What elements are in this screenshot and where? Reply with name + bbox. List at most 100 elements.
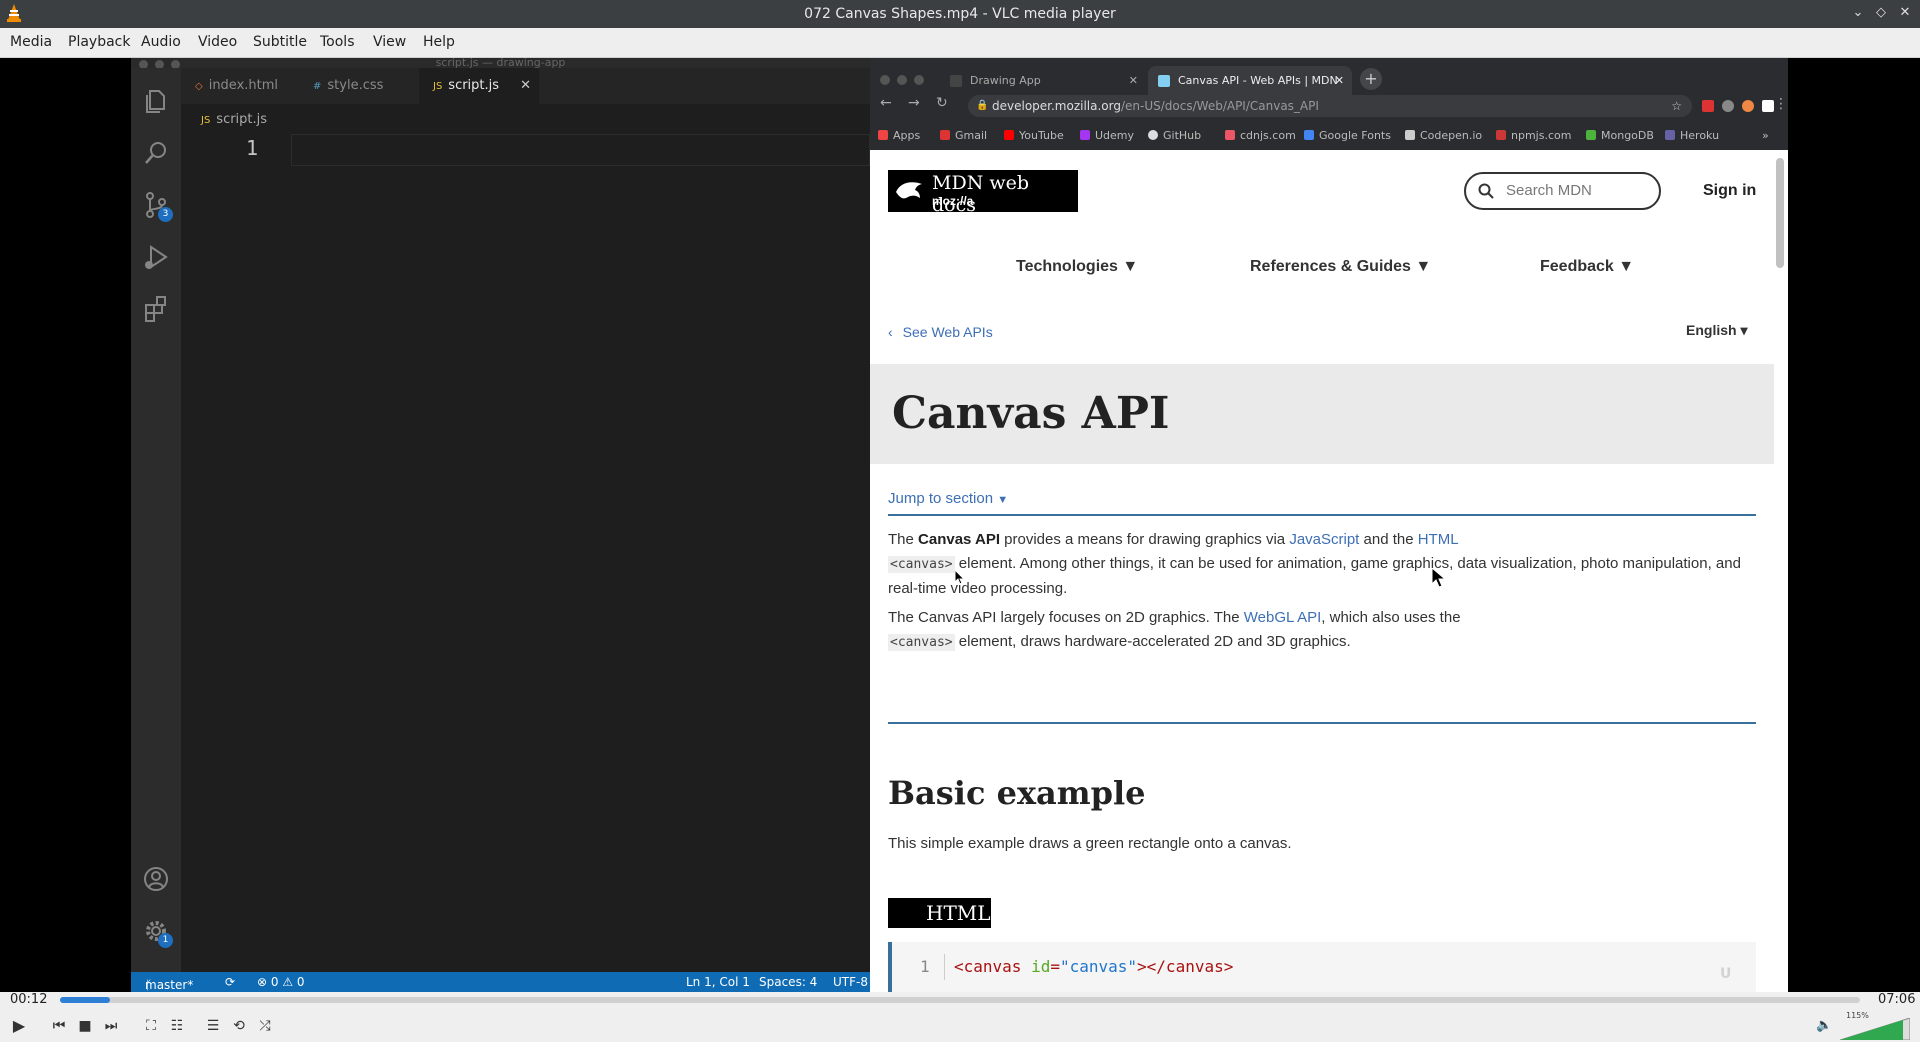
source-control-icon[interactable]: 3 <box>141 190 173 222</box>
menu-tools[interactable]: Tools <box>320 34 355 50</box>
fullscreen-icon[interactable]: ⛶ <box>140 1015 162 1037</box>
bookmark-apps[interactable]: Apps <box>878 129 920 142</box>
bookmark-youtube[interactable]: YouTube <box>1004 129 1064 142</box>
nav-references-guides[interactable]: References & Guides ▼ <box>1250 258 1431 276</box>
extension-icon[interactable] <box>1722 100 1734 112</box>
maximize-icon[interactable]: ◇ <box>1873 5 1889 21</box>
playlist-icon[interactable]: ☰ <box>202 1015 224 1037</box>
encoding[interactable]: UTF-8 <box>833 975 868 989</box>
mdn-logo[interactable]: MDN web docs moz://a <box>888 170 1078 216</box>
see-web-apis-link[interactable]: ‹ See Web APIs <box>888 324 993 340</box>
tab-drawing-app[interactable]: Drawing App ✕ <box>940 66 1146 96</box>
editor-current-line[interactable] <box>291 134 870 166</box>
indentation[interactable]: Spaces: 4 <box>759 975 817 989</box>
video-area[interactable]: script.js — drawing-app 3 1 ◇ index.html … <box>0 58 1920 992</box>
tab-index-html[interactable]: ◇ index.html <box>181 68 299 104</box>
tab-script-js[interactable]: JS script.js ✕ <box>419 68 539 104</box>
address-bar[interactable]: 🔒 developer.mozilla.org/en-US/docs/Web/AP… <box>968 95 1692 117</box>
language-select[interactable]: English ▾ <box>1686 322 1747 339</box>
volume-slider[interactable] <box>1840 1018 1910 1040</box>
extensions-icon[interactable] <box>141 294 171 324</box>
close-tab-icon[interactable]: ✕ <box>1335 66 1344 96</box>
manage-gear-icon[interactable]: 1 <box>141 916 173 948</box>
close-tab-icon[interactable]: ✕ <box>1129 66 1138 96</box>
bookmark-udemy[interactable]: Udemy <box>1080 129 1134 142</box>
code-gutter-divider <box>944 954 945 980</box>
nav-feedback[interactable]: Feedback ▼ <box>1540 258 1634 276</box>
loop-icon[interactable]: ⟲ <box>228 1015 250 1037</box>
breadcrumb[interactable]: JS script.js <box>201 112 267 127</box>
bookmark-star-icon[interactable]: ☆ <box>1671 95 1682 117</box>
jump-to-section[interactable]: Jump to section ▼ <box>888 490 1008 507</box>
problems-indicator[interactable]: ⊗ 0 ⚠ 0 <box>257 975 305 989</box>
seek-bar: 00:12 07:06 <box>0 992 1920 1008</box>
js-file-icon: JS <box>201 115 211 126</box>
menu-view[interactable]: View <box>373 34 406 50</box>
extension-icon[interactable] <box>1762 100 1774 112</box>
menu-video[interactable]: Video <box>198 34 237 50</box>
reload-icon[interactable]: ↻ <box>936 95 948 111</box>
progress-track[interactable] <box>60 997 1860 1003</box>
webgl-paragraph: The Canvas API largely focuses on 2D gra… <box>888 609 1461 651</box>
html-label: HTML <box>888 898 991 928</box>
caret-down-icon: ▼ <box>997 494 1009 506</box>
javascript-link[interactable]: JavaScript <box>1289 531 1359 548</box>
canvas-code[interactable]: <canvas> <box>888 556 955 573</box>
canvas-code[interactable]: <canvas> <box>888 634 955 651</box>
youtube-icon <box>1004 130 1014 140</box>
sign-in-link[interactable]: Sign in <box>1703 182 1756 200</box>
url-path: /en-US/docs/Web/API/Canvas_API <box>1121 99 1319 113</box>
account-icon[interactable] <box>141 864 171 894</box>
url-host: developer.mozilla.org <box>992 99 1121 113</box>
bookmark-mongodb[interactable]: MongoDB <box>1586 129 1654 142</box>
html-file-icon: ◇ <box>195 81 203 92</box>
close-icon[interactable]: ✕ <box>1897 5 1913 21</box>
bookmark-google-fonts[interactable]: Google Fonts <box>1304 129 1391 142</box>
scm-badge: 3 <box>158 207 173 222</box>
play-icon[interactable]: ▶ <box>8 1015 30 1037</box>
menu-bar: Media Playback Audio Video Subtitle Tool… <box>0 28 1920 58</box>
page-scrollbar[interactable] <box>1776 158 1784 268</box>
search-icon[interactable] <box>141 138 171 168</box>
bookmark-gmail[interactable]: Gmail <box>940 129 987 142</box>
forward-icon[interactable]: → <box>908 95 920 111</box>
speaker-icon[interactable]: 🔈 <box>1816 1018 1832 1033</box>
bookmark-github[interactable]: GitHub <box>1148 129 1201 142</box>
extension-icon[interactable] <box>1702 100 1714 112</box>
menu-playback[interactable]: Playback <box>68 34 130 50</box>
new-tab-icon[interactable]: + <box>1360 68 1382 90</box>
previous-icon[interactable]: ⏮ <box>48 1015 70 1037</box>
back-icon[interactable]: ← <box>880 95 892 111</box>
search-input[interactable]: Search MDN <box>1464 172 1661 210</box>
activity-bar: 3 1 <box>131 68 181 972</box>
menu-subtitle[interactable]: Subtitle <box>253 34 307 50</box>
html-link[interactable]: HTML <box>1418 531 1459 548</box>
tab-canvas-api[interactable]: Canvas API - Web APIs | MDN ✕ <box>1148 66 1352 96</box>
tab-style-css[interactable]: # style.css <box>299 68 419 104</box>
sync-icon[interactable]: ⟳ <box>225 975 235 989</box>
menu-media[interactable]: Media <box>10 34 52 50</box>
menu-audio[interactable]: Audio <box>141 34 181 50</box>
bookmark-cdnjs[interactable]: cdnjs.com <box>1225 129 1296 142</box>
next-icon[interactable]: ⏭ <box>100 1015 122 1037</box>
more-bookmarks-icon[interactable]: » <box>1762 129 1769 142</box>
nav-technologies[interactable]: Technologies ▼ <box>1016 258 1138 276</box>
run-debug-icon[interactable] <box>141 242 171 272</box>
close-tab-icon[interactable]: ✕ <box>520 68 531 104</box>
explorer-icon[interactable] <box>141 86 171 116</box>
branch-label: master* <box>145 978 194 992</box>
bookmark-npm[interactable]: npmjs.com <box>1496 129 1571 142</box>
browser-chrome: Drawing App ✕ Canvas API - Web APIs | MDN… <box>870 58 1788 150</box>
browser-menu-icon[interactable]: ⋮ <box>1774 96 1788 112</box>
webgl-api-link[interactable]: WebGL API <box>1244 609 1322 626</box>
bookmark-heroku[interactable]: Heroku <box>1665 129 1719 142</box>
bookmark-codepen[interactable]: Codepen.io <box>1405 129 1482 142</box>
extended-settings-icon[interactable]: ☷ <box>166 1015 188 1037</box>
minimize-icon[interactable]: ⌄ <box>1850 5 1866 21</box>
extension-icon[interactable] <box>1742 100 1754 112</box>
cursor-position[interactable]: Ln 1, Col 1 <box>686 975 750 989</box>
extensions-area[interactable] <box>1702 98 1782 114</box>
shuffle-icon[interactable]: ⤮ <box>254 1015 276 1037</box>
menu-help[interactable]: Help <box>423 34 455 50</box>
stop-icon[interactable]: ■ <box>74 1015 96 1037</box>
